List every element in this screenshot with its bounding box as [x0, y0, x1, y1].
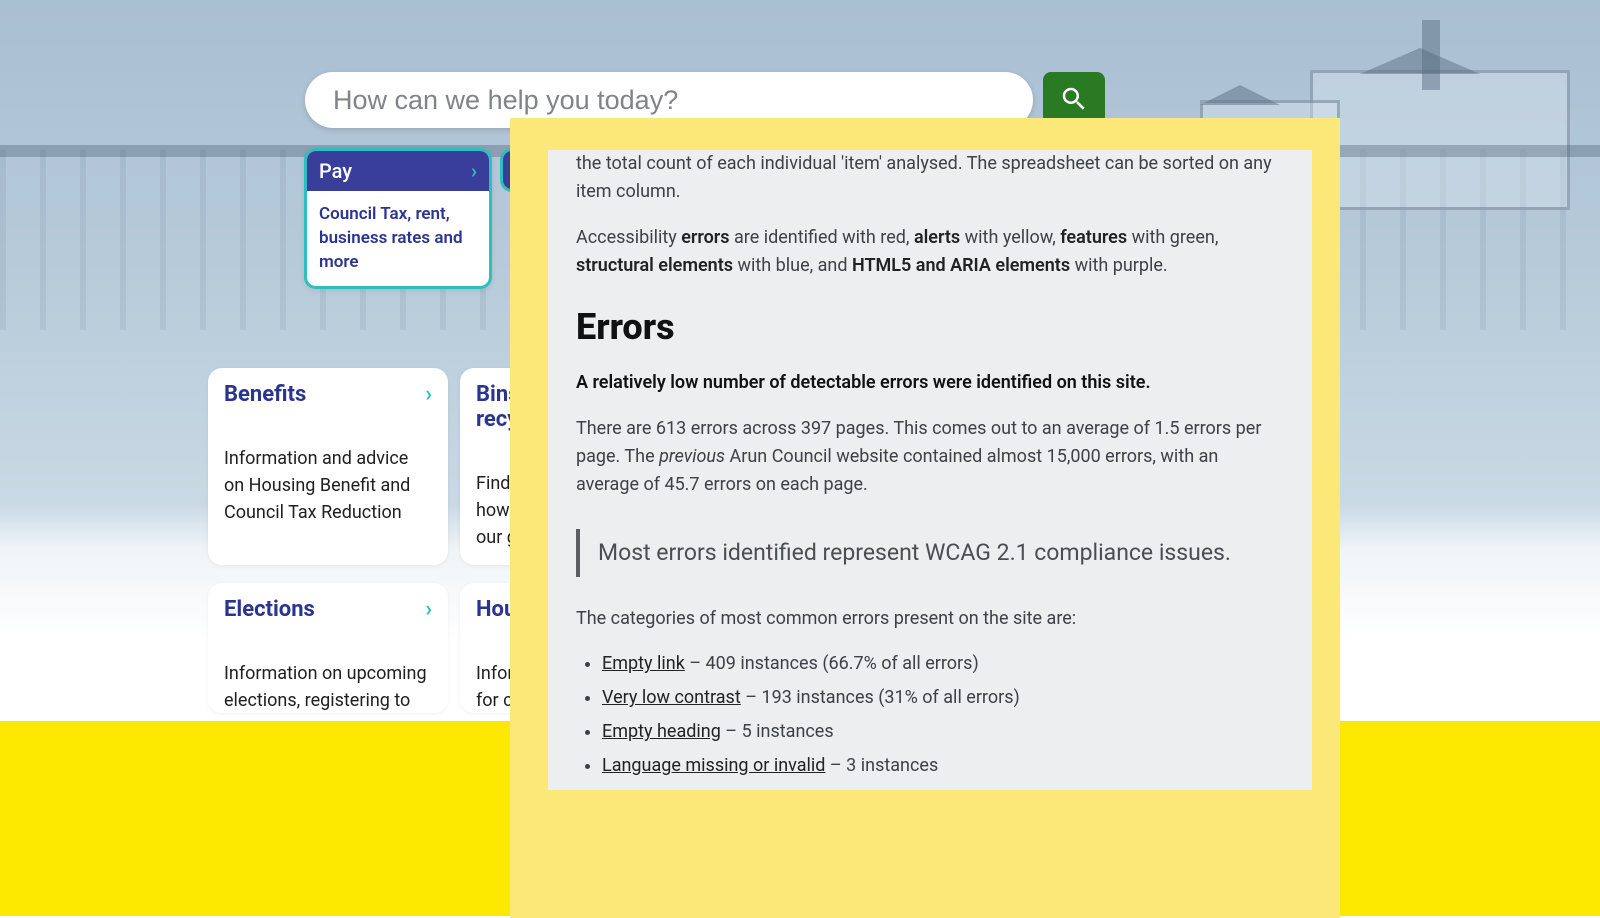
error-link[interactable]: Empty link — [602, 653, 685, 674]
card-elections[interactable]: Elections › Information on upcoming elec… — [208, 583, 448, 713]
article-paragraph: There are 613 errors across 397 pages. T… — [576, 415, 1284, 499]
list-item: Missing or uninformative page title – 3 … — [602, 786, 1284, 790]
service-cards: Benefits › Information and advice on Hou… — [208, 368, 540, 713]
search-icon — [1059, 84, 1089, 117]
article-paragraph: the total count of each individual 'item… — [576, 150, 1284, 206]
chevron-right-icon: › — [425, 382, 432, 407]
card-title: Benefits — [224, 382, 306, 407]
article-paragraph: The categories of most common errors pre… — [576, 605, 1284, 633]
article-body: the total count of each individual 'item… — [548, 150, 1312, 790]
pay-title: Pay — [319, 159, 352, 183]
quick-action-pay[interactable]: Pay › Council Tax, rent, business rates … — [304, 148, 492, 289]
card-description: Information on upcoming elections, regis… — [224, 660, 432, 713]
pay-description: Council Tax, rent, business rates and mo… — [307, 191, 489, 286]
list-item: Empty heading – 5 instances — [602, 718, 1284, 746]
list-item: Empty link – 409 instances (66.7% of all… — [602, 650, 1284, 678]
article-summary: A relatively low number of detectable er… — [576, 369, 1284, 397]
error-link[interactable]: Very low contrast — [602, 687, 741, 708]
error-link[interactable]: Empty heading — [602, 721, 721, 742]
error-link[interactable]: Missing or uninformative page title — [602, 789, 880, 790]
list-item: Very low contrast – 193 instances (31% o… — [602, 684, 1284, 712]
article-paragraph: Accessibility errors are identified with… — [576, 224, 1284, 280]
article-heading-errors: Errors — [576, 300, 1284, 356]
article-pull-quote: Most errors identified represent WCAG 2.… — [576, 529, 1284, 577]
chevron-right-icon: › — [425, 597, 432, 622]
list-item: Language missing or invalid – 3 instance… — [602, 752, 1284, 780]
card-title: Elections — [224, 597, 315, 622]
errors-list: Empty link – 409 instances (66.7% of all… — [602, 650, 1284, 790]
card-description: Information and advice on Housing Benefi… — [224, 445, 432, 526]
error-link[interactable]: Language missing or invalid — [602, 755, 825, 776]
card-benefits[interactable]: Benefits › Information and advice on Hou… — [208, 368, 448, 565]
chevron-right-icon: › — [471, 159, 477, 183]
